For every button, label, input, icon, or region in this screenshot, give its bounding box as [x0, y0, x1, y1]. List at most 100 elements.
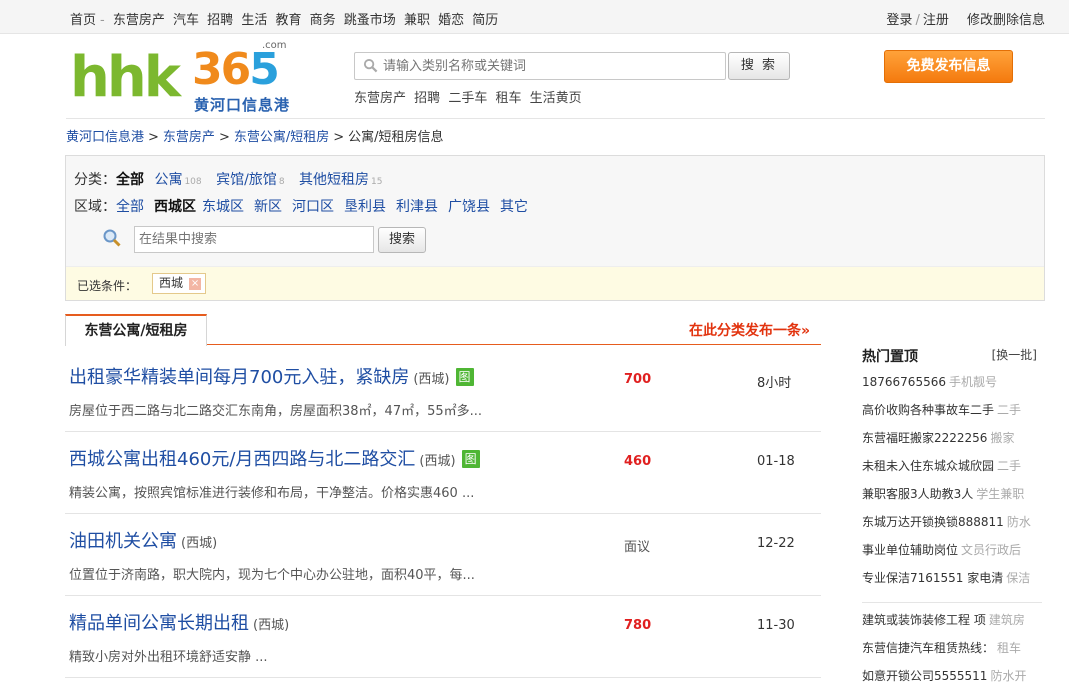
- region-link[interactable]: 利津县: [396, 199, 438, 215]
- has-photo-icon: 图: [455, 368, 474, 386]
- sidebar-item-text: 建筑或装饰装修工程 项: [862, 613, 986, 627]
- logo-text-hhk: hhk: [70, 45, 181, 110]
- sidebar-item[interactable]: 东营信捷汽车租赁热线： 租车: [862, 640, 1042, 668]
- manage-posts-link[interactable]: 修改删除信息: [967, 13, 1045, 28]
- listing-price: 700: [624, 372, 652, 387]
- nav-life[interactable]: 生活: [241, 13, 267, 28]
- region-link[interactable]: 广饶县: [448, 199, 490, 215]
- listing-description: 房屋位于西二路与北二路交汇东南角，房屋面积38㎡，47㎡，55㎡多...: [69, 404, 483, 419]
- sidebar-item-text: 未租未入住东城众城欣园: [862, 459, 995, 473]
- remove-tag-icon[interactable]: ×: [189, 278, 202, 290]
- category-apartment[interactable]: 公寓 108: [154, 172, 201, 188]
- category-count: 108: [184, 177, 202, 187]
- result-search-input[interactable]: [134, 226, 374, 253]
- nav-home[interactable]: 首页: [70, 13, 96, 28]
- sidebar-item[interactable]: 东营福旺搬家2222256 搬家: [862, 430, 1042, 458]
- listing-title-link[interactable]: 西城公寓出租460元/月西四路与北二路交汇: [69, 449, 415, 470]
- search-button[interactable]: 搜 索: [728, 52, 790, 80]
- nav-dating[interactable]: 婚恋: [438, 13, 464, 28]
- listing-area: (西城): [419, 454, 456, 469]
- site-logo[interactable]: hhk 365 .com 黄河口信息港: [70, 40, 295, 114]
- breadcrumb: 黄河口信息港 > 东营房产 > 东营公寓/短租房 > 公寓/短租房信息: [66, 130, 444, 145]
- sidebar-item[interactable]: 事业单位辅助岗位 文员行政后: [862, 542, 1042, 570]
- main-search-box: [354, 52, 726, 80]
- sidebar-item[interactable]: 如意开锁公司5555511 防水开: [862, 668, 1042, 696]
- hotword-link[interactable]: 招聘: [414, 91, 440, 106]
- listing-time: 8小时: [757, 376, 792, 391]
- refresh-batch-link[interactable]: [换一批]: [992, 346, 1037, 363]
- logo-chinese-name: 黄河口信息港: [194, 96, 291, 114]
- region-current: 西城区: [154, 199, 196, 215]
- region-link[interactable]: 河口区: [292, 199, 334, 215]
- sidebar-item-text: 东城万达开锁换锁888811: [862, 515, 1004, 529]
- listing-title-link[interactable]: 精品单间公寓长期出租: [69, 613, 249, 634]
- magnifier-icon: [103, 229, 121, 247]
- region-link[interactable]: 东城区: [202, 199, 244, 215]
- nav-business[interactable]: 商务: [310, 13, 336, 28]
- listing-time: 12-22: [757, 536, 795, 551]
- sidebar-item[interactable]: 建筑或装饰装修工程 项建筑房: [862, 612, 1042, 640]
- list-item: 西城公寓出租460元/月西四路与北二路交汇 (西城) 图 精装公寓，按照宾馆标准进行…: [65, 432, 821, 514]
- breadcrumb-house[interactable]: 东营房产: [163, 130, 215, 145]
- sidebar-item[interactable]: 18766765566 手机靓号: [862, 374, 1042, 402]
- sidebar-item-category: 二手: [997, 403, 1022, 417]
- category-count: 15: [371, 177, 383, 187]
- sidebar-item-category: 租车: [997, 641, 1022, 655]
- nav-jobs[interactable]: 招聘: [207, 13, 233, 28]
- category-current: 全部: [116, 172, 144, 188]
- nav-flea-market[interactable]: 跳蚤市场: [344, 13, 396, 28]
- category-filter-row: 分类：全部 公寓 108 宾馆/旅馆 8 其他短租房 15: [74, 169, 392, 189]
- sidebar-item-category: 防水: [1006, 515, 1031, 529]
- listing-price: 460: [624, 454, 652, 469]
- region-label: 区域：: [74, 199, 116, 215]
- sidebar-item[interactable]: 高价收购各种事故车二手 二手: [862, 402, 1042, 430]
- hotword-link[interactable]: 二手车: [448, 91, 487, 106]
- selected-conditions-bar: 已选条件： 西城 ×: [66, 266, 1044, 300]
- nav-house[interactable]: 东营房产: [113, 13, 165, 28]
- listing-title-link[interactable]: 出租豪华精装单间每月700元入驻，紧缺房: [69, 367, 409, 388]
- filter-panel: 分类：全部 公寓 108 宾馆/旅馆 8 其他短租房 15 区域：全部 西城区 东城区 新区…: [65, 155, 1045, 301]
- tab-apartment[interactable]: 东营公寓/短租房: [65, 314, 207, 346]
- category-hotel[interactable]: 宾馆/旅馆 8: [216, 172, 284, 188]
- header-divider: [66, 118, 1045, 119]
- region-link[interactable]: 其它: [500, 199, 528, 215]
- sidebar-item[interactable]: 未租未入住东城众城欣园 二手: [862, 458, 1042, 486]
- listing-title-link[interactable]: 油田机关公寓: [69, 531, 177, 552]
- result-search-button[interactable]: 搜索: [378, 227, 426, 253]
- sidebar-item-category: 文员行政后: [961, 543, 1022, 557]
- login-register-separator: /: [915, 13, 920, 28]
- nav-resume[interactable]: 简历: [472, 13, 498, 28]
- nav-education[interactable]: 教育: [275, 13, 301, 28]
- selected-tag[interactable]: 西城 ×: [152, 273, 207, 294]
- hotword-link[interactable]: 东营房产: [354, 91, 406, 106]
- category-name: 公寓: [154, 172, 183, 188]
- sidebar-item-category: 建筑房: [988, 613, 1025, 627]
- sidebar-item[interactable]: 专业保洁7161551 家电清 保洁: [862, 570, 1042, 598]
- hotword-link[interactable]: 租车: [495, 91, 521, 106]
- listing-description: 精装公寓，按照宾馆标准进行装修和布局，干净整洁。价格实惠460 ...: [69, 486, 475, 501]
- nav-car[interactable]: 汽车: [173, 13, 199, 28]
- region-link[interactable]: 垦利县: [344, 199, 386, 215]
- sidebar-item[interactable]: 兼职客服3人助教3人 学生兼职: [862, 486, 1042, 514]
- sidebar-item[interactable]: 东城万达开锁换锁888811 防水: [862, 514, 1042, 542]
- category-other-short-rent[interactable]: 其他短租房 15: [299, 172, 382, 188]
- nav-part-time[interactable]: 兼职: [404, 13, 430, 28]
- register-link[interactable]: 注册: [923, 13, 949, 28]
- hot-keywords: 东营房产 招聘 二手车 租车 生活黄页: [354, 87, 586, 106]
- category-name: 其他短租房: [299, 172, 369, 188]
- breadcrumb-home[interactable]: 黄河口信息港: [66, 130, 144, 145]
- selected-tag-text: 西城: [159, 276, 184, 290]
- region-all[interactable]: 全部: [116, 199, 144, 215]
- hotword-link[interactable]: 生活黄页: [530, 91, 582, 106]
- listing-area: (西城): [413, 372, 450, 387]
- sidebar-item-text: 如意开锁公司5555511: [862, 669, 988, 683]
- sidebar-item-text: 事业单位辅助岗位: [862, 543, 959, 557]
- breadcrumb-apartment[interactable]: 东营公寓/短租房: [234, 130, 329, 145]
- search-input[interactable]: [383, 55, 713, 77]
- post-in-category-link[interactable]: 在此分类发布一条»: [689, 320, 810, 340]
- region-link[interactable]: 新区: [254, 199, 282, 215]
- free-publish-button[interactable]: 免费发布信息: [884, 50, 1013, 83]
- list-item: 出租豪华精装单间每月700元入驻，紧缺房 (西城) 图 房屋位于西二路与北二路交汇东…: [65, 350, 821, 432]
- login-link[interactable]: 登录: [886, 13, 912, 28]
- category-count: 8: [278, 177, 285, 187]
